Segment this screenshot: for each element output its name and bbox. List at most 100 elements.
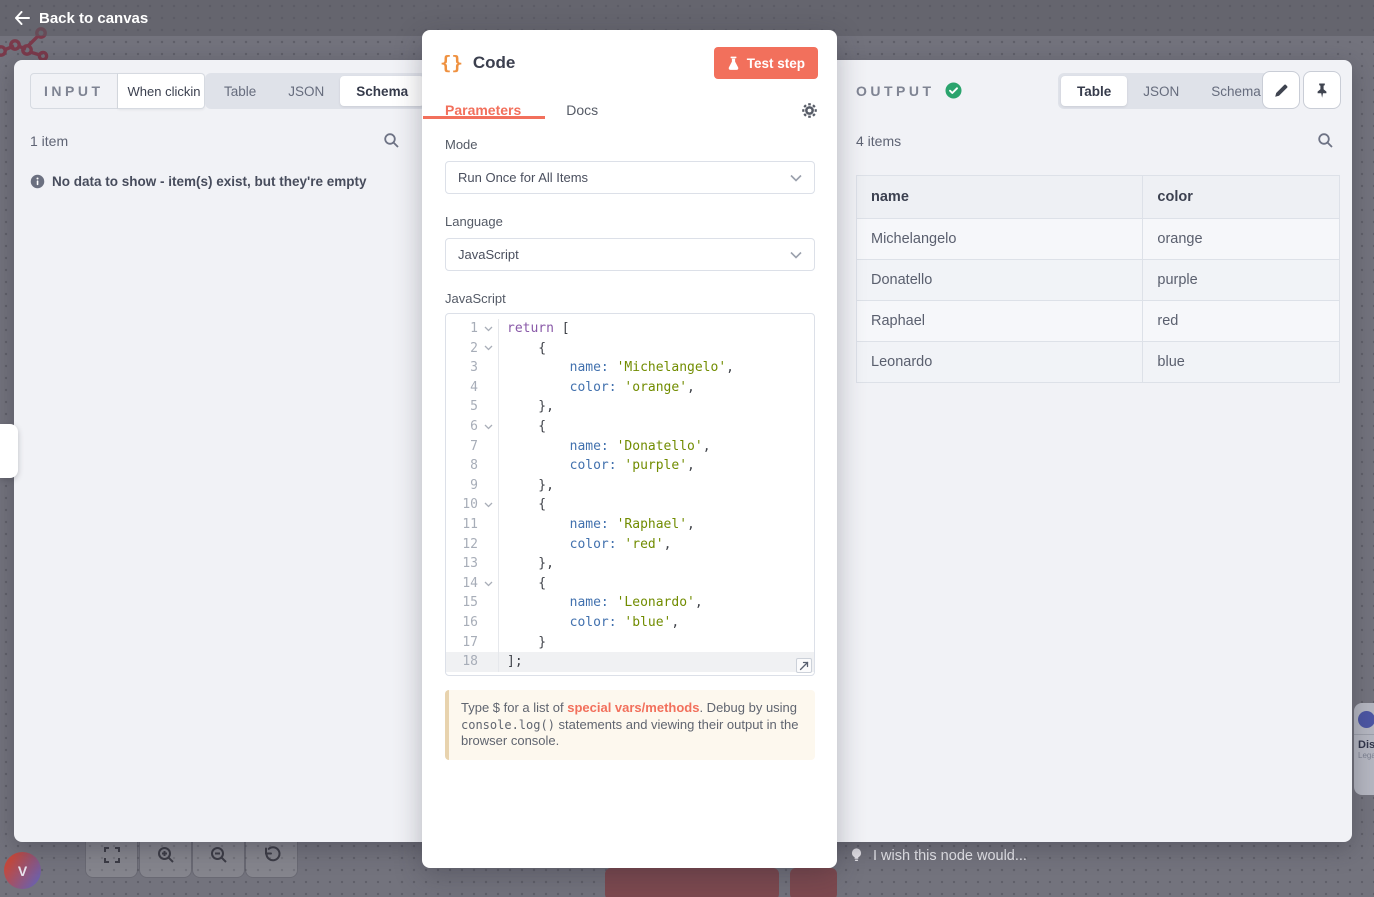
table-cell: Raphael	[857, 301, 1143, 342]
table-row[interactable]: Michelangeloorange	[857, 219, 1340, 260]
output-pin-button[interactable]	[1303, 71, 1341, 109]
language-field-label: Language	[445, 214, 815, 229]
code-line[interactable]: 11 name: 'Raphael',	[446, 515, 814, 535]
output-tab-json[interactable]: JSON	[1127, 76, 1195, 106]
table-row[interactable]: Raphaelred	[857, 301, 1340, 342]
code-editor[interactable]: 1return [2 {3 name: 'Michelangelo',4 col…	[445, 313, 815, 676]
code-line[interactable]: 6 {	[446, 417, 814, 437]
code-line[interactable]: 4 color: 'orange',	[446, 378, 814, 398]
code-line[interactable]: 1 return [	[446, 319, 814, 339]
line-number: 1	[446, 319, 478, 339]
line-number: 6	[446, 417, 478, 437]
code-line-text: }	[498, 633, 546, 653]
back-to-canvas-label: Back to canvas	[39, 10, 148, 27]
code-node-modal: {} Code Test step Parameters Docs	[422, 30, 837, 868]
line-number: 3	[446, 358, 478, 378]
code-line-text: },	[498, 397, 554, 417]
code-line[interactable]: 3 name: 'Michelangelo',	[446, 358, 814, 378]
output-table-body: MichelangeloorangeDonatellopurpleRaphael…	[857, 219, 1340, 383]
expand-corners-icon	[102, 845, 122, 865]
code-line[interactable]: 18];	[446, 652, 814, 672]
input-items-count: 1 item	[30, 133, 68, 149]
code-line[interactable]: 17 }	[446, 633, 814, 653]
fold-chevron-icon[interactable]	[478, 339, 498, 359]
magnifier-minus-icon	[209, 845, 229, 865]
fold-gutter	[478, 378, 498, 398]
node-feedback-prompt[interactable]: I wish this node would...	[850, 847, 1027, 865]
table-row[interactable]: Leonardoblue	[857, 342, 1340, 383]
table-row[interactable]: Donatellopurple	[857, 260, 1340, 301]
line-number: 9	[446, 476, 478, 496]
code-line-text: },	[498, 554, 554, 574]
back-to-canvas-button[interactable]: Back to canvas	[14, 10, 148, 27]
input-panel-label-box: INPUT	[30, 73, 118, 109]
code-line[interactable]: 15 name: 'Leonardo',	[446, 593, 814, 613]
fold-gutter	[478, 535, 498, 555]
language-select[interactable]: JavaScript	[445, 238, 815, 271]
input-tab-schema[interactable]: Schema	[340, 76, 424, 106]
line-number: 11	[446, 515, 478, 535]
input-panel-drag-handle[interactable]	[0, 424, 18, 478]
input-tab-json[interactable]: JSON	[272, 76, 340, 106]
pushpin-icon	[1314, 82, 1330, 99]
code-line-text: name: 'Raphael',	[498, 515, 695, 535]
chevron-down-icon	[790, 174, 802, 182]
fold-gutter	[478, 397, 498, 417]
code-line[interactable]: 14 {	[446, 574, 814, 594]
code-line-text: return [	[498, 319, 570, 339]
code-line[interactable]: 2 {	[446, 339, 814, 359]
fold-gutter	[478, 633, 498, 653]
output-edit-button[interactable]	[1262, 71, 1300, 109]
code-line-text: {	[498, 417, 546, 437]
input-search-button[interactable]	[383, 132, 400, 149]
output-search-button[interactable]	[1317, 132, 1334, 149]
fold-chevron-icon[interactable]	[478, 574, 498, 594]
line-number: 2	[446, 339, 478, 359]
node-feedback-label: I wish this node would...	[873, 848, 1027, 864]
input-empty-message: No data to show - item(s) exist, but the…	[52, 174, 367, 189]
user-avatar[interactable]: V	[4, 852, 41, 889]
output-display-mode-tabs: Table JSON Schema	[1058, 73, 1280, 109]
input-source-node-button[interactable]: When clickin	[118, 73, 205, 109]
line-number: 12	[446, 535, 478, 555]
code-line[interactable]: 16 color: 'blue',	[446, 613, 814, 633]
fold-gutter	[478, 456, 498, 476]
output-tab-table[interactable]: Table	[1061, 76, 1127, 106]
code-line[interactable]: 5 },	[446, 397, 814, 417]
gear-icon[interactable]	[801, 102, 818, 119]
input-source-node-label: When clickin	[128, 84, 201, 99]
mode-select[interactable]: Run Once for All Items	[445, 161, 815, 194]
fold-gutter	[478, 358, 498, 378]
special-vars-link[interactable]: special vars/methods	[567, 700, 699, 715]
magnifier-plus-icon	[156, 845, 176, 865]
fold-gutter	[478, 476, 498, 496]
hint-code: console.log()	[461, 718, 555, 732]
line-number: 7	[446, 437, 478, 457]
input-source-combo: INPUT When clickin	[30, 73, 205, 109]
code-node-icon: {}	[440, 52, 463, 74]
node-title[interactable]: Code	[473, 53, 714, 73]
editor-resize-handle[interactable]	[796, 658, 812, 673]
code-editor-lines: 1return [2 {3 name: 'Michelangelo',4 col…	[446, 319, 814, 672]
code-line[interactable]: 8 color: 'purple',	[446, 456, 814, 476]
code-line-text: name: 'Leonardo',	[498, 593, 703, 613]
code-line[interactable]: 7 name: 'Donatello',	[446, 437, 814, 457]
output-column-header-color: color	[1143, 176, 1340, 219]
test-step-button[interactable]: Test step	[714, 47, 818, 79]
line-number: 13	[446, 554, 478, 574]
code-line[interactable]: 9 },	[446, 476, 814, 496]
code-line-text: ];	[498, 652, 523, 672]
partial-node-icon	[1358, 711, 1374, 728]
tab-docs[interactable]: Docs	[566, 102, 598, 118]
code-line-text: {	[498, 495, 546, 515]
fold-chevron-icon[interactable]	[478, 417, 498, 437]
output-table: namecolor MichelangeloorangeDonatellopur…	[856, 175, 1340, 383]
fold-chevron-icon[interactable]	[478, 495, 498, 515]
fold-chevron-icon[interactable]	[478, 319, 498, 339]
code-line[interactable]: 13 },	[446, 554, 814, 574]
code-line-text: },	[498, 476, 554, 496]
partial-node-title: Dis	[1354, 739, 1374, 751]
input-tab-table[interactable]: Table	[208, 76, 272, 106]
code-line[interactable]: 10 {	[446, 495, 814, 515]
code-line[interactable]: 12 color: 'red',	[446, 535, 814, 555]
